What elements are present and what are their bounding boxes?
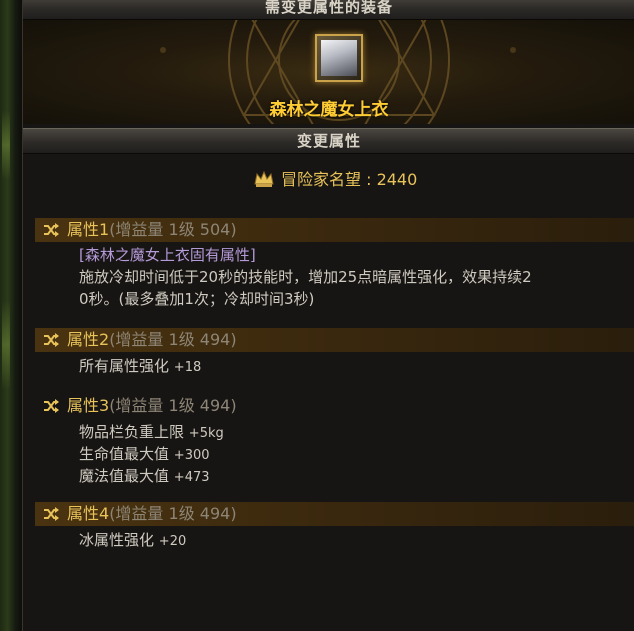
attribute-3-line-2-name: 生命值最大值 — [79, 445, 170, 463]
attribute-2-header: 属性2(增益量 1级 494) — [35, 328, 634, 352]
adventurer-reputation: 冒险家名望 : 2440 — [253, 168, 493, 192]
attribute-4-line-1-name: 冰属性强化 — [79, 531, 155, 549]
attribute-1-line-1: [森林之魔女上衣固有属性] — [79, 246, 256, 264]
attribute-2-line-1: 所有属性强化 +18 — [79, 355, 201, 379]
attribute-4-line-1: 冰属性强化 +20 — [79, 529, 186, 553]
attribute-2-line-1-name: 所有属性强化 — [79, 357, 170, 375]
shuffle-icon — [44, 399, 59, 413]
change-attribute-header: 变更属性 — [23, 128, 634, 154]
shuffle-icon — [44, 333, 59, 347]
shuffle-icon — [44, 223, 59, 237]
attribute-1-header: 属性1(增益量 1级 504) — [35, 218, 634, 242]
attribute-3-line-2-value: +300 — [173, 448, 210, 463]
attribute-4-meta: (增益量 1级 494) — [109, 504, 237, 523]
shuffle-icon — [44, 507, 59, 521]
equipment-display: 森林之魔女上衣 — [23, 20, 634, 124]
equipment-attribute-panel: 森林之魔女上衣 需变更属性的装备 变更属性 冒险家名望 : 2440 属性1(增… — [22, 0, 634, 631]
attribute-1-meta: (增益量 1级 504) — [109, 220, 237, 239]
background-glint — [2, 110, 10, 180]
background-edge — [0, 0, 22, 631]
attribute-3-meta: (增益量 1级 494) — [109, 396, 237, 415]
attribute-2-meta: (增益量 1级 494) — [109, 330, 237, 349]
white-top-armor-icon — [321, 40, 357, 76]
attribute-3-header: 属性3(增益量 1级 494) — [35, 394, 634, 418]
attribute-2-title: 属性2 — [67, 330, 110, 349]
attribute-3-title: 属性3 — [67, 396, 110, 415]
attribute-4-header: 属性4(增益量 1级 494) — [35, 502, 634, 526]
attribute-2-line-1-value: +18 — [173, 360, 202, 375]
attribute-1-line-2: 施放冷却时间低于20秒的技能时，增加25点暗属性强化，效果持续2 — [79, 268, 532, 286]
attribute-1-line-3: 0秒。(最多叠加1次；冷却时间3秒) — [79, 290, 315, 308]
equipment-item-slot[interactable] — [315, 34, 363, 82]
attribute-4-title: 属性4 — [67, 504, 110, 523]
attribute-4-line-1-value: +20 — [158, 534, 187, 549]
attribute-3-line-3-name: 魔法值最大值 — [79, 467, 170, 485]
attribute-3-line-3-value: +473 — [173, 470, 210, 485]
background-glint — [2, 300, 10, 390]
attribute-3-line-3: 魔法值最大值 +473 — [79, 465, 210, 489]
equipment-section-header: 需变更属性的装备 — [23, 0, 634, 20]
equipment-name: 森林之魔女上衣 — [269, 100, 389, 120]
attribute-3-line-1: 物品栏负重上限 +5kg — [79, 421, 224, 445]
reputation-text: 冒险家名望 : 2440 — [281, 170, 418, 189]
attribute-3-line-1-value: +5kg — [188, 426, 224, 441]
attribute-1-title: 属性1 — [67, 220, 110, 239]
attribute-3-line-1-name: 物品栏负重上限 — [79, 423, 185, 441]
reputation-crown-icon — [254, 170, 274, 187]
attribute-3-line-2: 生命值最大值 +300 — [79, 443, 210, 467]
